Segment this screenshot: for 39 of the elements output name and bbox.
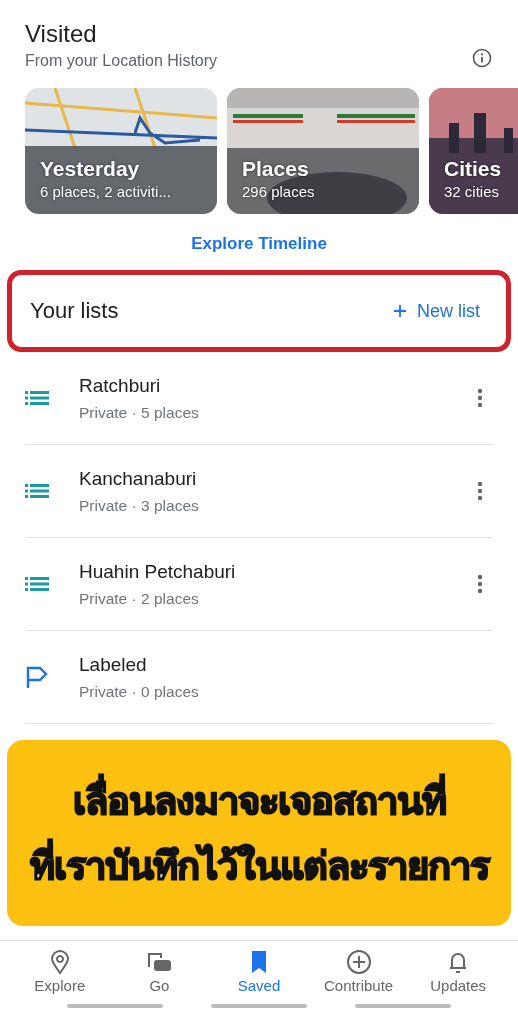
card-title: Yesterday [40, 157, 141, 181]
list-detail: Private · 0 places [79, 682, 200, 701]
nav-tab[interactable]: Contribute [313, 949, 404, 994]
nav-tab[interactable]: Saved [214, 949, 304, 994]
list-icon [25, 483, 49, 499]
photo-card[interactable]: Cities 32 cities [429, 88, 518, 214]
list-name[interactable]: Kanchanaburi [79, 467, 477, 490]
section-subtitle: From your Location History [25, 52, 218, 70]
photo-card[interactable]: Yesterday 6 places, 2 activiti... [25, 88, 217, 214]
label-icon [25, 665, 49, 689]
new-list-button[interactable]: New list [389, 296, 484, 326]
list-detail: Private · 3 places [79, 496, 200, 515]
list-detail: Private · 2 places [79, 589, 200, 608]
caption-text: เลื่อนลงมาจะเจอสถานที่ [72, 770, 446, 831]
list-icon [25, 576, 49, 592]
card-title: Cities [444, 157, 502, 181]
more-icon[interactable] [477, 388, 483, 408]
list-detail: Private · 5 places [79, 403, 200, 422]
plus-icon [345, 949, 372, 975]
info-icon[interactable] [472, 48, 492, 68]
caption-text: ที่เราบันทึกไว้ในแต่ละรายการ [29, 835, 489, 896]
list-name[interactable]: Ratchburi [79, 374, 477, 397]
card-detail: 32 cities [444, 183, 501, 200]
nav-tab[interactable]: Updates [413, 949, 504, 994]
more-icon[interactable] [477, 481, 483, 501]
more-icon[interactable] [477, 574, 483, 594]
list-icon [25, 390, 49, 406]
nav-tab[interactable]: Explore [14, 949, 105, 994]
card-title: Places [242, 157, 310, 181]
lists-title: Your lists [30, 298, 119, 324]
photo-card[interactable]: Places 296 places [227, 88, 419, 214]
nav-tab[interactable]: Go [114, 949, 205, 994]
plus-icon [393, 304, 407, 318]
section-title: Visited [25, 20, 98, 48]
list-name[interactable]: Huahin Petchaburi [79, 560, 477, 583]
card-detail: 6 places, 2 activiti... [40, 183, 171, 200]
card-detail: 296 places [242, 183, 315, 200]
list-name[interactable]: Labeled [79, 653, 493, 676]
explore-timeline-link[interactable]: Explore Timeline [191, 234, 327, 254]
